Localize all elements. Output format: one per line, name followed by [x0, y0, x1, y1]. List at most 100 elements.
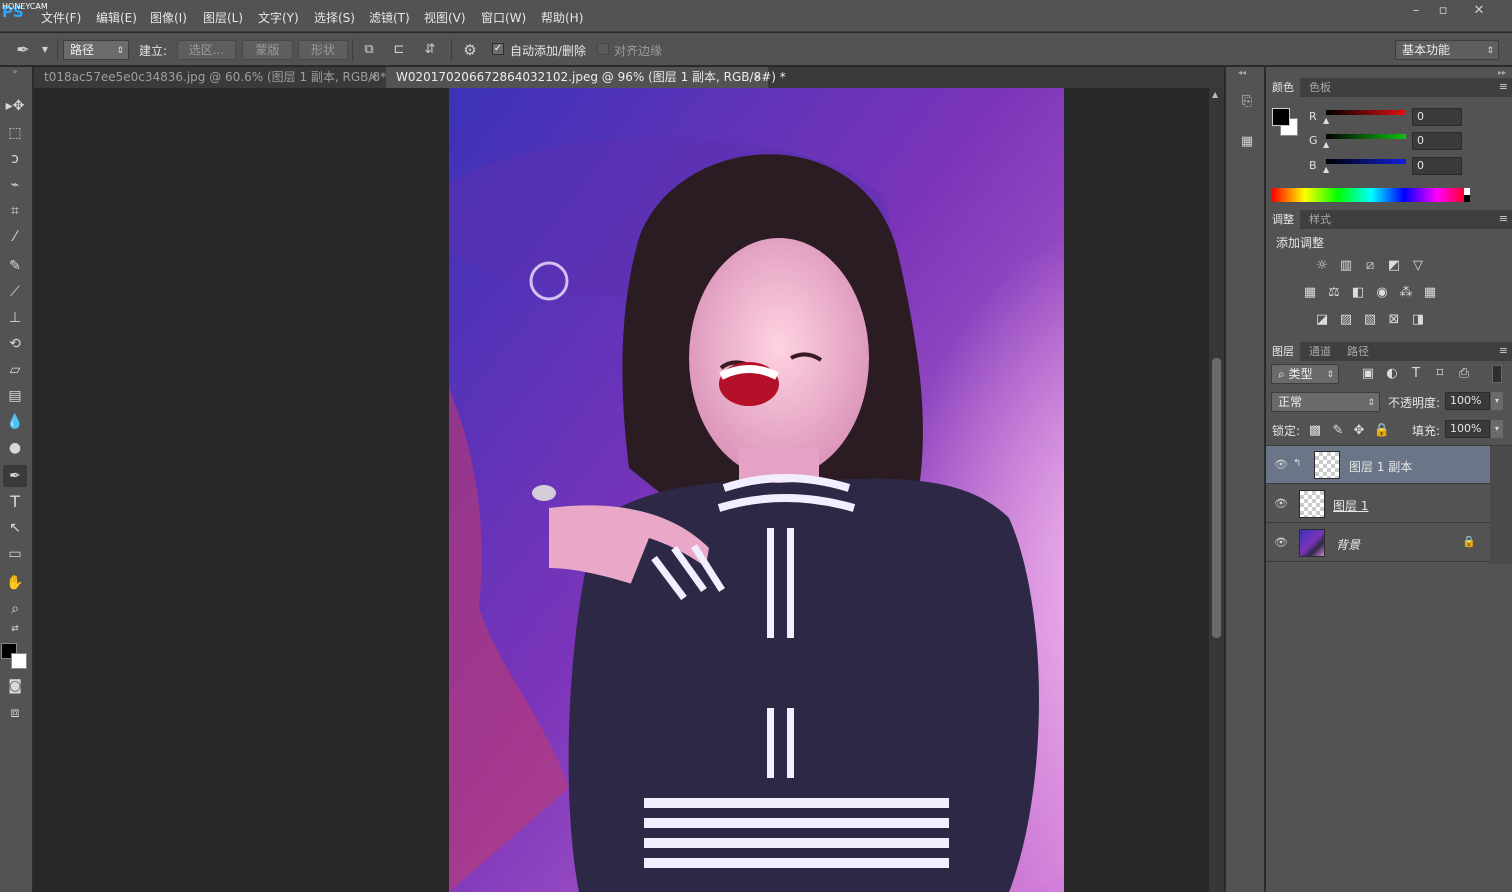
make-mask-button[interactable]: 蒙版: [242, 40, 293, 60]
layer-row-copy[interactable]: 👁 ↰ 图层 1 副本: [1266, 446, 1490, 484]
blue-slider[interactable]: [1326, 159, 1406, 164]
restore-button[interactable]: ▫: [1430, 4, 1456, 20]
expand-panels-icon[interactable]: ▸▸: [1498, 68, 1506, 77]
dodge-tool-icon[interactable]: ●: [3, 437, 27, 459]
close-window-button[interactable]: ✕: [1466, 4, 1492, 20]
zoom-tool-icon[interactable]: ⌕: [3, 598, 27, 620]
opacity-input[interactable]: 100%: [1445, 392, 1490, 410]
eye-icon[interactable]: 👁: [1274, 536, 1288, 550]
layer-name[interactable]: 图层 1: [1333, 497, 1368, 514]
hue-saturation-icon[interactable]: ▦: [1301, 285, 1319, 301]
align-edges-checkbox[interactable]: [597, 43, 609, 55]
foreground-color-chip[interactable]: [1272, 108, 1290, 126]
eye-icon[interactable]: 👁: [1274, 497, 1288, 511]
blue-slider-thumb[interactable]: ▲: [1323, 165, 1329, 174]
make-shape-button[interactable]: 形状: [298, 40, 348, 60]
scrollbar-thumb[interactable]: [1212, 358, 1221, 638]
color-balance-icon[interactable]: ⚖: [1325, 285, 1343, 301]
curves-icon[interactable]: ⧄: [1361, 258, 1379, 274]
menu-image[interactable]: 图像(I): [150, 9, 187, 26]
panel-menu-icon[interactable]: ≡: [1499, 344, 1508, 357]
preset-dropdown-icon[interactable]: ▼: [36, 41, 54, 59]
tab-layers[interactable]: 图层: [1266, 342, 1300, 361]
make-selection-button[interactable]: 选区...: [177, 40, 236, 60]
color-spectrum-ramp[interactable]: [1272, 188, 1470, 202]
blend-mode-select[interactable]: 正常 ⇕: [1271, 392, 1380, 412]
document-tab-1[interactable]: t018ac57ee5e0c34836.jpg @ 60.6% (图层 1 副本…: [34, 67, 401, 88]
path-operations-icon[interactable]: ⧉: [360, 41, 378, 59]
tab-channels[interactable]: 通道: [1303, 342, 1337, 361]
healing-brush-tool-icon[interactable]: ✎: [3, 255, 27, 277]
menu-window[interactable]: 窗口(W): [481, 9, 526, 26]
channel-mixer-icon[interactable]: ⁂: [1397, 285, 1415, 301]
close-tab-icon[interactable]: ×: [753, 67, 762, 87]
lock-pixels-icon[interactable]: ✎: [1329, 423, 1347, 439]
posterize-icon[interactable]: ▨: [1337, 312, 1355, 328]
brightness-contrast-icon[interactable]: ☼: [1313, 258, 1331, 274]
gradient-map-icon[interactable]: ◨: [1409, 312, 1427, 328]
brush-tool-icon[interactable]: ⟋: [3, 281, 27, 303]
blue-value-input[interactable]: 0: [1412, 157, 1462, 175]
filter-adjustment-icon[interactable]: ◐: [1383, 366, 1401, 382]
lock-all-icon[interactable]: 🔒: [1373, 423, 1391, 439]
eye-icon[interactable]: 👁: [1274, 458, 1288, 472]
tab-swatches[interactable]: 色板: [1303, 78, 1337, 97]
lasso-tool-icon[interactable]: ↄ: [3, 148, 27, 170]
green-slider[interactable]: [1326, 134, 1406, 139]
collapse-toolbar-icon[interactable]: »: [3, 68, 27, 76]
red-slider[interactable]: [1326, 110, 1406, 115]
menu-help[interactable]: 帮助(H): [541, 9, 583, 26]
crop-tool-icon[interactable]: ⌗: [3, 200, 27, 222]
eyedropper-tool-icon[interactable]: ⁄: [3, 226, 27, 248]
opacity-dropdown-icon[interactable]: ▾: [1491, 392, 1503, 410]
menu-file[interactable]: 文件(F): [41, 9, 81, 26]
layer-name[interactable]: 背景: [1336, 536, 1360, 553]
black-white-icon[interactable]: ◧: [1349, 285, 1367, 301]
filter-type-icon[interactable]: T: [1407, 366, 1425, 382]
path-mode-select[interactable]: 路径 ⇕: [63, 40, 129, 60]
document-tab-2[interactable]: W020170206672864032102.jpeg @ 96% (图层 1 …: [386, 67, 786, 88]
gradient-tool-icon[interactable]: ▤: [3, 385, 27, 407]
white-ramp-swatch[interactable]: [1464, 188, 1470, 195]
layer-row-1[interactable]: 👁 图层 1: [1266, 485, 1490, 523]
layer-filter-select[interactable]: ⌕ 类型 ⇕: [1271, 364, 1339, 384]
fill-input[interactable]: 100%: [1445, 420, 1490, 438]
history-brush-tool-icon[interactable]: ⟲: [3, 333, 27, 355]
path-arrangement-icon[interactable]: ⇵: [421, 41, 439, 59]
pen-tool-icon[interactable]: ✒: [3, 465, 27, 487]
move-tool-icon[interactable]: ▸✥: [3, 95, 27, 117]
document-canvas[interactable]: [34, 88, 1209, 892]
rectangle-tool-icon[interactable]: ▭: [3, 543, 27, 565]
selective-color-icon[interactable]: ⊠: [1385, 312, 1403, 328]
close-tab-icon[interactable]: ×: [369, 67, 378, 87]
menu-layer[interactable]: 图层(L): [203, 9, 243, 26]
lock-position-icon[interactable]: ✥: [1350, 423, 1368, 439]
threshold-icon[interactable]: ▧: [1361, 312, 1379, 328]
panel-menu-icon[interactable]: ≡: [1499, 80, 1508, 93]
panel-menu-icon[interactable]: ≡: [1499, 212, 1508, 225]
menu-view[interactable]: 视图(V): [424, 9, 466, 26]
filter-pixel-icon[interactable]: ▣: [1359, 366, 1377, 382]
photo-filter-icon[interactable]: ◉: [1373, 285, 1391, 301]
filter-shape-icon[interactable]: ⌑: [1431, 366, 1449, 382]
layer-row-background[interactable]: 👁 背景 🔒: [1266, 524, 1490, 562]
color-lookup-icon[interactable]: ▦: [1421, 285, 1439, 301]
path-selection-tool-icon[interactable]: ↖: [3, 517, 27, 539]
gear-icon[interactable]: ⚙: [461, 41, 479, 59]
lock-transparency-icon[interactable]: ▩: [1306, 423, 1324, 439]
eraser-tool-icon[interactable]: ▱: [3, 359, 27, 381]
vibrance-icon[interactable]: ▽: [1409, 258, 1427, 274]
menu-edit[interactable]: 编辑(E): [96, 9, 137, 26]
minimize-button[interactable]: –: [1403, 4, 1429, 20]
hand-tool-icon[interactable]: ✋: [3, 572, 27, 594]
menu-type[interactable]: 文字(Y): [258, 9, 299, 26]
blur-tool-icon[interactable]: 💧: [3, 411, 27, 433]
pen-tool-preset-icon[interactable]: ✒: [14, 41, 32, 59]
black-ramp-swatch[interactable]: [1464, 195, 1470, 202]
green-value-input[interactable]: 0: [1412, 132, 1462, 150]
levels-icon[interactable]: ▥: [1337, 258, 1355, 274]
properties-panel-icon[interactable]: ▦: [1236, 131, 1258, 153]
tab-styles[interactable]: 样式: [1303, 210, 1337, 229]
swap-colors-icon[interactable]: ⇄: [3, 623, 27, 635]
tab-paths[interactable]: 路径: [1341, 342, 1375, 361]
